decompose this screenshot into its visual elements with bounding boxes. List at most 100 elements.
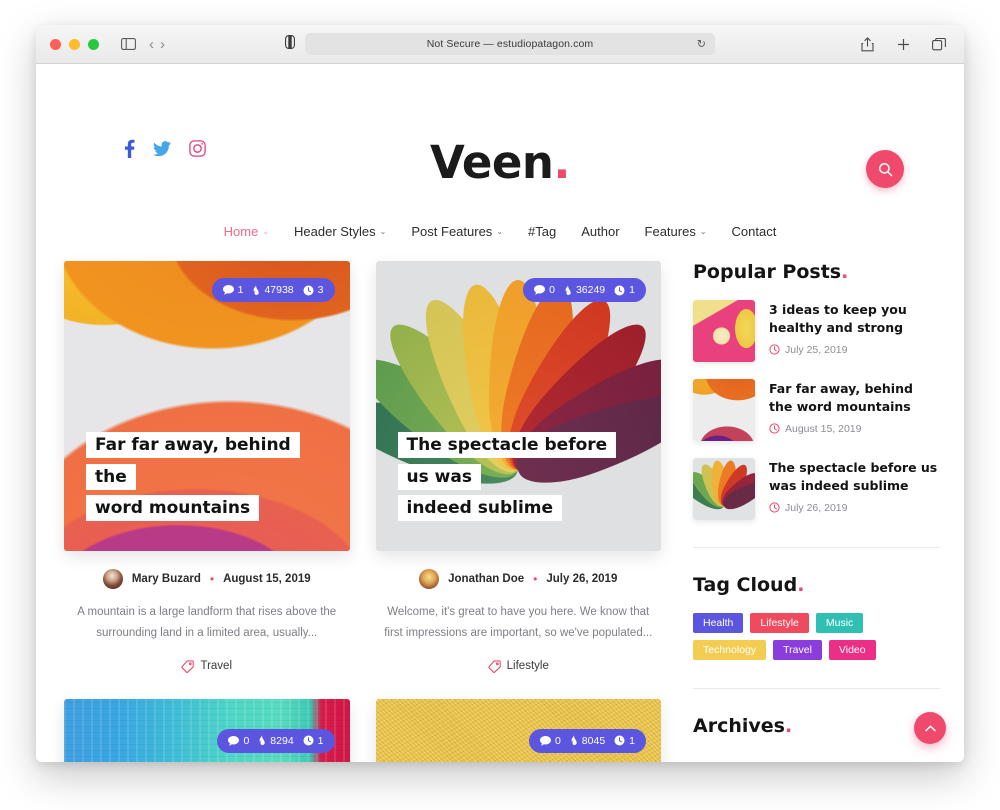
widget-title-archives: Archives. <box>693 715 940 737</box>
popular-post-thumbnail[interactable] <box>693 379 755 441</box>
popular-post-thumbnail[interactable] <box>693 458 755 520</box>
comment-count: 0 <box>534 284 555 296</box>
clock-icon <box>614 735 625 746</box>
widget-title-text: Archives <box>693 715 785 737</box>
close-window-button[interactable] <box>50 38 61 50</box>
post-title[interactable]: Far far away, behind the word mountains <box>86 429 323 523</box>
nav-item-author[interactable]: Author <box>581 224 619 239</box>
reader-mode-icon[interactable] <box>285 34 295 54</box>
post-card[interactable]: 0 8294 1 <box>64 698 350 762</box>
post-title-line-2: word mountains <box>86 494 260 521</box>
comment-count: 0 <box>228 735 249 747</box>
nav-item-post-features[interactable]: Post Features ⌄ <box>411 224 503 239</box>
page-viewport: Veen. Home ⌄ Header Styles ⌄ Post Featur… <box>36 64 964 762</box>
widget-title-text: Popular Posts <box>693 261 842 283</box>
post-author[interactable]: Mary Buzard <box>132 573 201 585</box>
chevron-down-icon: ⌄ <box>379 227 387 236</box>
post-category[interactable]: Lifestyle <box>376 660 662 673</box>
widget-popular-posts: Popular Posts. 3 ideas to keep you healt… <box>693 261 940 548</box>
search-button[interactable] <box>866 150 904 188</box>
logo-text: Veen <box>429 136 554 189</box>
nav-item-tag[interactable]: #Tag <box>528 224 556 239</box>
popular-post-title[interactable]: The spectacle before us was indeed subli… <box>769 459 940 495</box>
post-excerpt: A mountain is a large landform that rise… <box>77 606 337 639</box>
post-title[interactable]: The spectacle before us was indeed subli… <box>397 429 635 523</box>
nav-item-features[interactable]: Features ⌄ <box>645 224 707 239</box>
share-icon[interactable] <box>856 34 878 54</box>
sidebar-toggle-icon[interactable] <box>117 34 139 54</box>
popular-post-date-value: July 26, 2019 <box>785 501 848 514</box>
nav-label: Home <box>223 224 259 239</box>
clock-icon <box>614 285 625 295</box>
popular-post-item[interactable]: Far far away, behind the word mountains … <box>693 379 940 458</box>
main-navigation: Home ⌄ Header Styles ⌄ Post Features ⌄ #… <box>36 200 964 239</box>
post-byline: Jonathan Doe • July 26, 2019 <box>376 569 662 589</box>
nav-item-home[interactable]: Home ⌄ <box>224 224 269 239</box>
post-thumbnail[interactable]: 0 36249 1 The spectacle before us was in… <box>375 261 661 551</box>
back-button[interactable]: ‹ <box>149 37 154 52</box>
browser-titlebar: ‹ › Not Secure — estudiopatagon.com ↻ <box>36 25 964 64</box>
popular-post-item[interactable]: 3 ideas to keep you healthy and strong J… <box>693 300 940 379</box>
popular-post-date: August 15, 2019 <box>769 423 940 435</box>
view-count-value: 8045 <box>581 734 606 747</box>
read-time-value: 1 <box>629 284 635 296</box>
scroll-to-top-button[interactable] <box>914 712 946 744</box>
post-thumbnail[interactable]: 0 8045 1 <box>375 698 661 762</box>
post-author[interactable]: Jonathan Doe <box>448 573 524 585</box>
tag-lifestyle[interactable]: Lifestyle <box>750 613 809 633</box>
popular-post-title[interactable]: 3 ideas to keep you healthy and strong <box>769 301 940 337</box>
view-count-value: 8294 <box>270 734 294 747</box>
view-count-value: 47938 <box>264 284 294 296</box>
tag-music[interactable]: Music <box>815 613 864 633</box>
address-bar[interactable]: Not Secure — estudiopatagon.com ↻ <box>305 33 715 55</box>
flame-icon <box>254 284 260 295</box>
popular-post-thumbnail[interactable] <box>693 300 755 362</box>
show-tabs-icon[interactable] <box>928 34 950 54</box>
post-thumbnail[interactable]: 0 8294 1 <box>64 698 350 762</box>
nav-item-header-styles[interactable]: Header Styles ⌄ <box>294 224 386 239</box>
post-meta-badge: 1 47938 3 <box>211 278 335 302</box>
nav-item-contact[interactable]: Contact <box>732 224 777 239</box>
read-time-value: 1 <box>629 734 635 747</box>
post-thumbnail[interactable]: 1 47938 3 Far far away, behind the word … <box>64 261 350 551</box>
read-time: 1 <box>614 735 635 747</box>
post-card[interactable]: 1 47938 3 Far far away, behind the word … <box>64 261 350 673</box>
popular-post-item[interactable]: The spectacle before us was indeed subli… <box>693 458 940 537</box>
view-count: 8045 <box>570 735 605 747</box>
popular-post-date: July 26, 2019 <box>769 502 940 514</box>
tag-video[interactable]: Video <box>828 640 876 660</box>
browser-nav-arrows: ‹ › <box>149 37 165 52</box>
post-meta-badge: 0 36249 1 <box>523 278 646 302</box>
tag-technology[interactable]: Technology <box>693 640 767 660</box>
post-card[interactable]: 0 36249 1 The spectacle before us was in… <box>375 261 662 673</box>
popular-post-date-value: August 15, 2019 <box>785 422 862 435</box>
minimize-window-button[interactable] <box>69 38 80 50</box>
flame-icon <box>259 735 265 746</box>
maximize-window-button[interactable] <box>88 38 99 50</box>
byline-separator: • <box>209 572 215 586</box>
site-header: Veen. <box>36 64 964 200</box>
logo-dot: . <box>553 136 571 189</box>
post-card[interactable]: 0 8045 1 <box>375 698 661 762</box>
comment-count-value: 0 <box>243 734 250 747</box>
post-category[interactable]: Travel <box>64 660 350 673</box>
sidebar-divider <box>693 547 940 548</box>
chevron-down-icon: ⌄ <box>496 227 504 236</box>
popular-post-title[interactable]: Far far away, behind the word mountains <box>769 380 940 416</box>
reload-button[interactable]: ↻ <box>697 38 706 51</box>
address-bar-group: Not Secure — estudiopatagon.com ↻ <box>285 33 715 55</box>
clock-icon <box>303 735 314 746</box>
tag-health[interactable]: Health <box>693 613 744 633</box>
abstract-gradient-waves-image <box>693 379 755 441</box>
site-logo[interactable]: Veen. <box>36 136 964 189</box>
post-title-line-1: Far far away, behind the <box>86 432 300 490</box>
comment-count-value: 1 <box>237 284 244 296</box>
forward-button[interactable]: › <box>160 37 165 52</box>
chevron-up-icon <box>924 724 936 731</box>
chevron-down-icon: ⌄ <box>262 227 270 236</box>
post-category-label: Travel <box>200 660 233 673</box>
comment-count: 0 <box>539 735 561 747</box>
tag-travel[interactable]: Travel <box>773 640 822 660</box>
flame-icon <box>565 284 571 295</box>
new-tab-icon[interactable] <box>892 34 914 54</box>
